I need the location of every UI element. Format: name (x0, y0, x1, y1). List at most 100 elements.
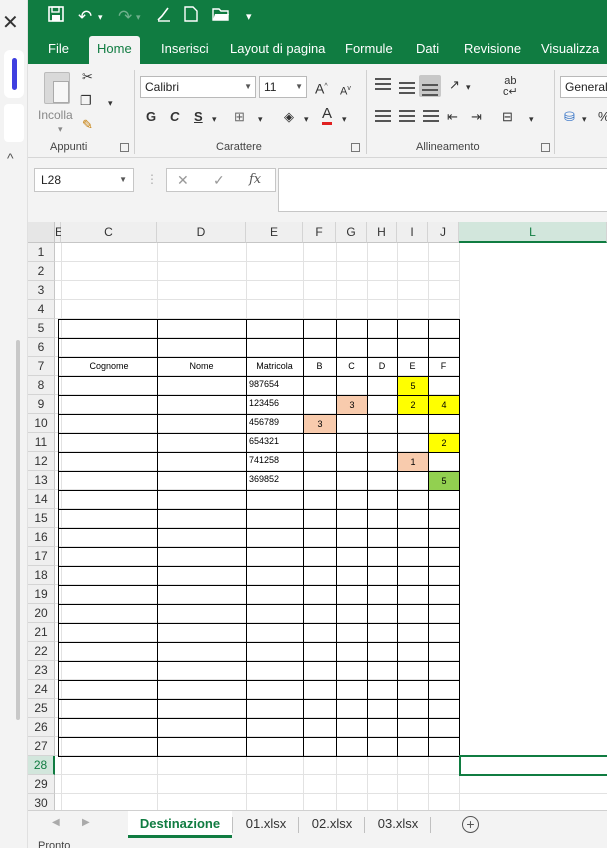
column-header-l[interactable]: L (459, 222, 607, 243)
sheet-tab-03[interactable]: 03.xlsx (366, 811, 430, 838)
cut-icon[interactable]: ✂ (82, 68, 93, 86)
formula-input[interactable] (278, 168, 607, 212)
column-header-g[interactable]: G (336, 222, 367, 243)
orientation-dropdown-icon[interactable]: ▾ (466, 78, 471, 96)
align-right-icon[interactable] (423, 110, 439, 122)
select-all-corner[interactable] (28, 222, 55, 243)
row-header-7[interactable]: 7 (28, 357, 55, 376)
row-header-14[interactable]: 14 (28, 490, 55, 509)
borders-icon[interactable]: ⊞ (234, 108, 245, 126)
tab-insert[interactable]: Inserisci (161, 36, 209, 64)
tab-page-layout[interactable]: Layout di pagina (230, 36, 325, 64)
underline-dropdown-icon[interactable]: ▾ (212, 110, 217, 128)
row-header-17[interactable]: 17 (28, 547, 55, 566)
sheet-tab-01[interactable]: 01.xlsx (234, 811, 298, 838)
name-box[interactable]: L28 ▼ (34, 168, 134, 192)
row-header-26[interactable]: 26 (28, 718, 55, 737)
sidebar-scrollbar[interactable] (16, 340, 20, 720)
row-header-3[interactable]: 3 (28, 281, 55, 300)
row-header-9[interactable]: 9 (28, 395, 55, 414)
redo-icon[interactable]: ↷ (118, 6, 132, 28)
row-header-8[interactable]: 8 (28, 376, 55, 395)
undo-icon[interactable]: ↶ (78, 6, 92, 28)
row-header-15[interactable]: 15 (28, 509, 55, 528)
tab-home[interactable]: Home (89, 36, 140, 64)
tab-data[interactable]: Dati (416, 36, 439, 64)
column-header-d[interactable]: D (157, 222, 246, 243)
row-header-12[interactable]: 12 (28, 452, 55, 471)
paste-icon[interactable] (44, 72, 70, 104)
row-header-2[interactable]: 2 (28, 262, 55, 281)
format-painter-icon[interactable]: ✎ (82, 116, 93, 134)
tab-formulas[interactable]: Formule (345, 36, 393, 64)
merge-dropdown-icon[interactable]: ▾ (529, 110, 534, 128)
row-header-19[interactable]: 19 (28, 585, 55, 604)
row-header-1[interactable]: 1 (28, 243, 55, 262)
undo-dropdown-icon[interactable]: ▾ (98, 6, 103, 28)
active-cell[interactable] (459, 755, 607, 776)
clipboard-launcher-icon[interactable] (120, 143, 129, 152)
accounting-format-icon[interactable]: ⛁ (564, 108, 575, 126)
save-icon[interactable] (48, 6, 64, 28)
italic-button[interactable]: C (170, 108, 179, 126)
sidebar-item[interactable] (4, 104, 24, 142)
accounting-dropdown-icon[interactable]: ▾ (582, 110, 587, 128)
orientation-icon[interactable]: ↗ (449, 76, 460, 94)
increase-indent-icon[interactable]: ⇥ (471, 108, 482, 126)
decrease-font-icon[interactable]: Av (340, 80, 351, 101)
number-format-select[interactable]: Generale (560, 76, 607, 98)
row-header-6[interactable]: 6 (28, 338, 55, 357)
align-top-icon[interactable] (375, 78, 391, 90)
insert-function-button[interactable]: fx (249, 172, 261, 187)
row-header-28[interactable]: 28 (28, 756, 55, 775)
format-painter-icon[interactable] (156, 6, 172, 28)
row-header-24[interactable]: 24 (28, 680, 55, 699)
cancel-icon[interactable]: ✕ (177, 172, 189, 189)
sheet-tab-02[interactable]: 02.xlsx (300, 811, 364, 838)
redo-dropdown-icon[interactable]: ▾ (136, 6, 141, 28)
align-center-icon[interactable] (399, 110, 415, 122)
copy-icon[interactable]: ❐ (80, 92, 92, 110)
row-header-13[interactable]: 13 (28, 471, 55, 490)
increase-font-icon[interactable]: A^ (315, 78, 328, 98)
column-header-i[interactable]: I (397, 222, 428, 243)
row-header-25[interactable]: 25 (28, 699, 55, 718)
font-color-dropdown-icon[interactable]: ▾ (342, 110, 347, 128)
sidebar-active-item[interactable] (4, 50, 24, 98)
merge-center-icon[interactable]: ⊟ (502, 108, 513, 126)
tab-view[interactable]: Visualizza (541, 36, 599, 64)
copy-dropdown-icon[interactable]: ▾ (108, 94, 113, 112)
tab-review[interactable]: Revisione (464, 36, 521, 64)
borders-dropdown-icon[interactable]: ▾ (258, 110, 263, 128)
row-header-27[interactable]: 27 (28, 737, 55, 756)
paste-button[interactable]: Incolla (38, 106, 73, 124)
bold-button[interactable]: G (146, 108, 156, 126)
fill-dropdown-icon[interactable]: ▾ (304, 110, 309, 128)
font-color-icon[interactable]: A (322, 106, 333, 125)
customize-toolbar-icon[interactable]: ▾ (246, 6, 252, 28)
fill-color-icon[interactable]: ◈ (284, 108, 294, 126)
new-file-icon[interactable] (184, 6, 198, 28)
row-header-22[interactable]: 22 (28, 642, 55, 661)
wrap-text-icon[interactable]: ab c↵ (503, 76, 518, 98)
sheet-tab-destinazione[interactable]: Destinazione (128, 811, 232, 838)
tab-file[interactable]: File (48, 36, 69, 64)
enter-icon[interactable]: ✓ (213, 172, 225, 189)
close-icon[interactable]: ✕ (2, 10, 19, 35)
align-left-icon[interactable] (375, 110, 391, 122)
row-header-5[interactable]: 5 (28, 319, 55, 338)
chevron-up-icon[interactable]: ^ (7, 150, 14, 166)
more-options-icon[interactable]: ⋮ (146, 172, 158, 186)
row-header-21[interactable]: 21 (28, 623, 55, 642)
row-header-20[interactable]: 20 (28, 604, 55, 623)
row-header-10[interactable]: 10 (28, 414, 55, 433)
column-header-e[interactable]: E (246, 222, 303, 243)
row-header-4[interactable]: 4 (28, 300, 55, 319)
next-sheet-icon[interactable]: ▶ (82, 817, 90, 828)
column-header-j[interactable]: J (428, 222, 459, 243)
column-header-f[interactable]: F (303, 222, 336, 243)
row-header-18[interactable]: 18 (28, 566, 55, 585)
column-header-h[interactable]: H (367, 222, 397, 243)
column-header-c[interactable]: C (61, 222, 157, 243)
paste-dropdown-icon[interactable]: ▾ (58, 120, 63, 138)
